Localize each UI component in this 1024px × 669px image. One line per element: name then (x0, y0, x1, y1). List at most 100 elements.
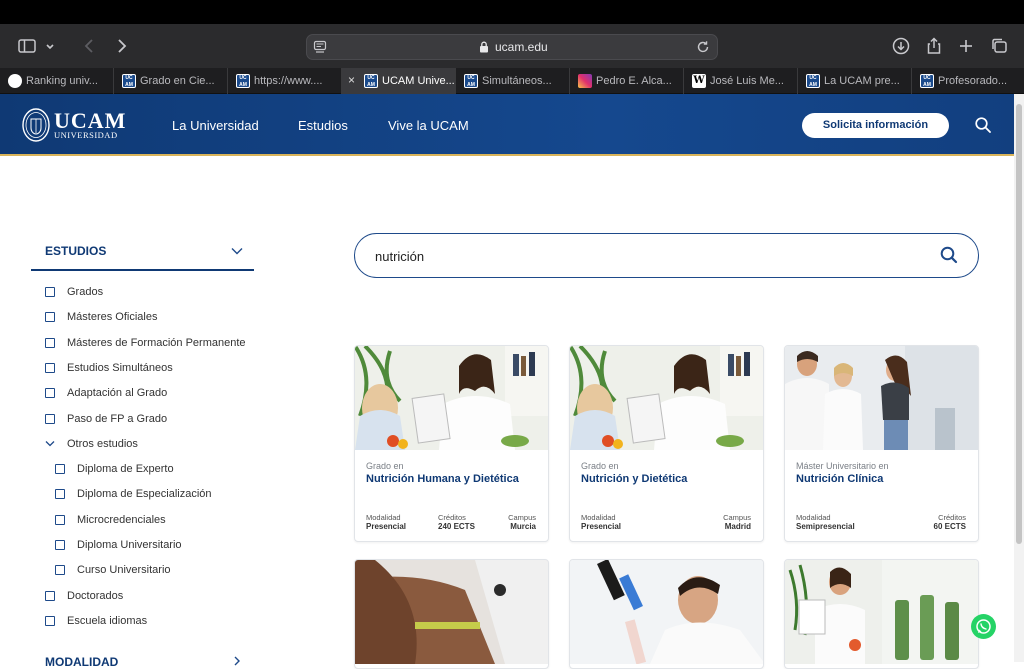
course-image (355, 346, 548, 450)
close-tab-icon[interactable]: × (348, 73, 355, 87)
tab-title: Simultáneos... (482, 75, 552, 87)
logo-name: UCAM (54, 108, 127, 133)
ranking-favicon-icon (8, 74, 22, 88)
browser-tab[interactable]: Pedro E. Alca... (570, 68, 684, 94)
url-text: ucam.edu (495, 40, 548, 54)
nav-vive-la-ucam[interactable]: Vive la UCAM (388, 118, 469, 133)
download-icon[interactable] (891, 36, 911, 56)
filter-checkbox[interactable] (45, 413, 55, 424)
filter-section-modalidad[interactable]: MODALIDAD (45, 655, 118, 669)
tab-title: Grado en Cie... (140, 75, 215, 87)
course-meta: Campus Murcia (508, 513, 536, 531)
filter-label: Másteres Oficiales (67, 311, 158, 324)
meta-label: Modalidad (366, 513, 401, 522)
course-image (785, 346, 978, 450)
filter-checkbox[interactable] (45, 388, 55, 399)
course-card[interactable] (784, 559, 979, 669)
meta-value: Semipresencial (796, 522, 855, 531)
system-menu-bar (0, 0, 1024, 24)
course-meta: Modalidad Presencial (581, 513, 621, 531)
filter-checkbox[interactable] (45, 590, 55, 601)
browser-tab[interactable]: UC AM Grado en Cie... (114, 68, 228, 94)
nav-la-universidad[interactable]: La Universidad (172, 118, 259, 133)
chevron-right-icon[interactable] (233, 656, 241, 666)
sidebar-toggle-icon[interactable] (17, 36, 37, 56)
course-title[interactable]: Nutrición Clínica (796, 473, 883, 485)
address-bar[interactable]: ucam.edu (306, 34, 718, 60)
whatsapp-chat-button[interactable] (971, 614, 996, 639)
tab-overview-icon[interactable] (989, 36, 1009, 56)
new-tab-icon[interactable] (956, 36, 976, 56)
course-type: Máster Universitario en (796, 461, 889, 471)
filter-checkbox[interactable] (45, 287, 55, 297)
filter-label: Másteres de Formación Permanente (67, 336, 246, 349)
browser-tab[interactable]: UC AM Profesorado... (912, 68, 1024, 94)
filter-checkbox[interactable] (45, 615, 55, 626)
filter-label: Doctorados (67, 589, 124, 602)
course-card[interactable] (569, 559, 764, 669)
browser-tab[interactable]: UC AM Simultáneos... (456, 68, 570, 94)
page-menu-icon[interactable] (313, 40, 327, 54)
course-search-input[interactable] (375, 246, 895, 266)
meta-label: Campus (723, 513, 751, 522)
course-meta: Campus Madrid (723, 513, 751, 531)
site-header: UCAM UNIVERSIDAD La Universidad Estudios… (0, 94, 1014, 156)
share-icon[interactable] (924, 36, 944, 56)
whatsapp-icon (976, 619, 991, 634)
back-icon[interactable] (80, 36, 100, 56)
meta-value: Murcia (510, 522, 536, 531)
ucam-favicon-icon: UC AM (364, 74, 378, 88)
filter-checkbox[interactable] (55, 514, 65, 525)
ucam-seal-logo[interactable] (22, 108, 50, 142)
tab-title: La UCAM pre... (824, 75, 900, 87)
course-card[interactable]: Grado en Nutrición y Dietética Modalidad Pr… (569, 345, 764, 542)
scrollbar-thumb[interactable] (1016, 104, 1022, 544)
instagram-favicon-icon (578, 74, 592, 88)
course-title[interactable]: Nutrición y Dietética (581, 473, 687, 485)
nav-estudios[interactable]: Estudios (298, 118, 348, 133)
course-meta: Modalidad Semipresencial (796, 513, 855, 531)
filter-label: Diploma Universitario (77, 539, 182, 551)
filter-label: Adaptación al Grado (67, 387, 168, 400)
divider (31, 269, 254, 271)
filter-checkbox[interactable] (55, 565, 65, 576)
course-card[interactable]: Máster Universitario en Nutrición Clínica… (784, 345, 979, 542)
meta-label: Créditos (438, 513, 466, 522)
filter-checkbox[interactable] (45, 337, 55, 348)
filter-label: Diploma de Especialización (77, 488, 212, 501)
ucam-favicon-icon: UC AM (806, 74, 820, 88)
browser-tab[interactable]: UC AM La UCAM pre... (798, 68, 912, 94)
browser-tab[interactable]: Ranking univ... (0, 68, 114, 94)
filter-label: Escuela idiomas (67, 614, 148, 627)
filter-checkbox[interactable] (45, 312, 55, 323)
course-card[interactable]: Grado en Nutrición Humana y Dietética Moda… (354, 345, 549, 542)
meta-value: 60 ECTS (933, 522, 966, 531)
filter-checkbox[interactable] (45, 362, 55, 373)
filter-section-title[interactable]: ESTUDIOS (45, 244, 106, 258)
chevron-down-icon[interactable] (40, 36, 60, 56)
course-type: Grado en (581, 461, 619, 471)
reload-icon[interactable] (695, 39, 711, 55)
search-icon[interactable] (938, 244, 960, 266)
filter-checkbox[interactable] (55, 540, 65, 550)
course-title[interactable]: Nutrición Humana y Dietética (366, 473, 519, 485)
search-icon[interactable] (974, 116, 992, 134)
request-info-button[interactable]: Solicita información (802, 113, 949, 138)
filter-label: Microcredenciales (77, 513, 166, 526)
browser-tab[interactable]: W José Luis Me... (684, 68, 798, 94)
filter-checkbox[interactable] (55, 464, 65, 475)
filter-label: Diploma de Experto (77, 463, 174, 476)
browser-tab[interactable]: × UC AM UCAM Unive... (342, 68, 456, 94)
chevron-down-icon[interactable] (231, 247, 243, 255)
chevron-down-icon[interactable] (45, 440, 55, 448)
tab-title: https://www.... (254, 75, 323, 87)
browser-tab[interactable]: UC AM https://www.... (228, 68, 342, 94)
filter-checkbox[interactable] (55, 489, 65, 500)
tab-title: José Luis Me... (710, 75, 784, 87)
ucam-favicon-icon: UC AM (236, 74, 250, 88)
forward-icon[interactable] (111, 36, 131, 56)
course-meta: Créditos 240 ECTS (438, 513, 475, 531)
course-card[interactable] (354, 559, 549, 669)
filter-label: Otros estudios (67, 437, 138, 450)
filter-label: Grados (67, 286, 104, 298)
